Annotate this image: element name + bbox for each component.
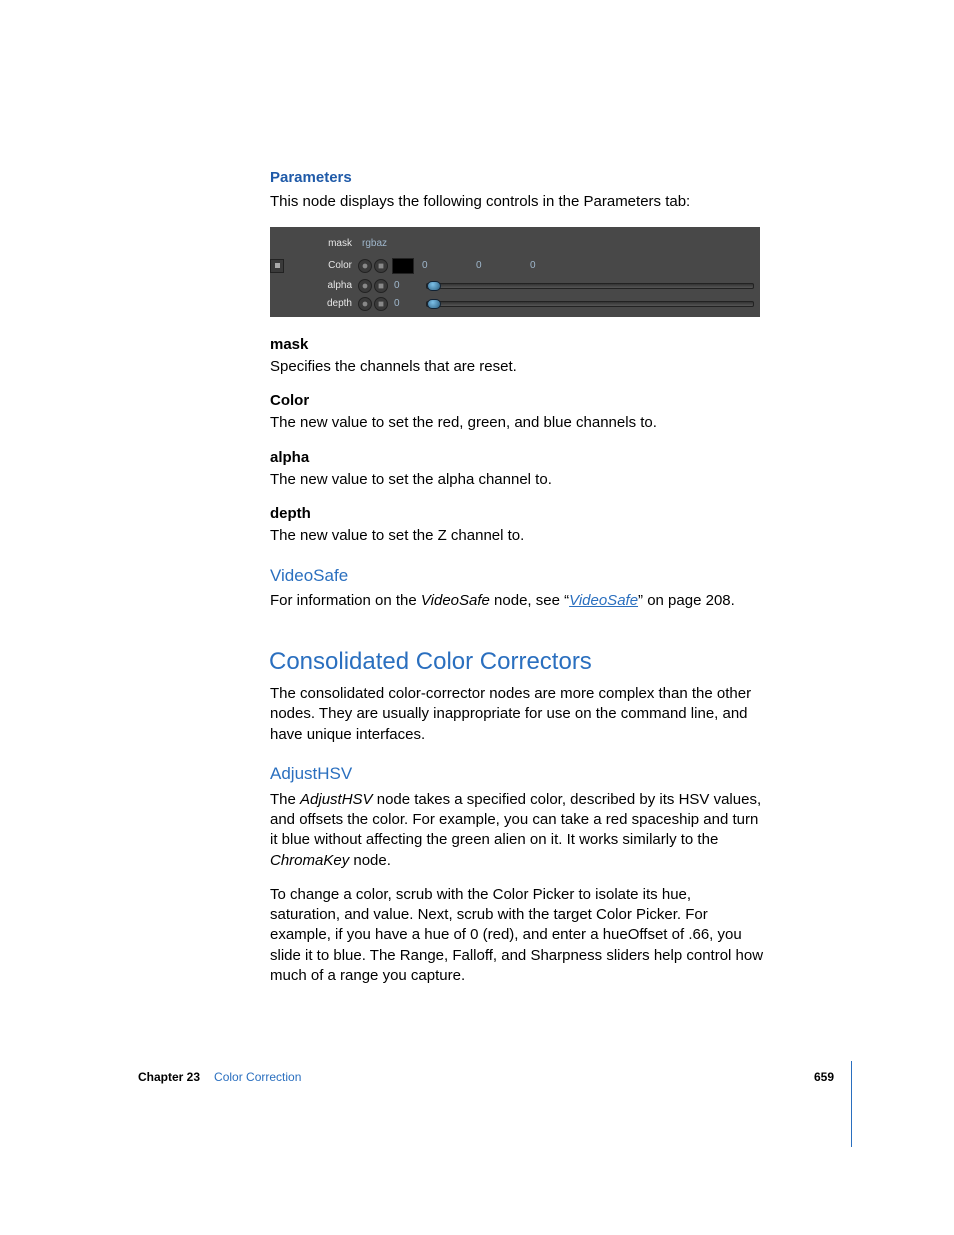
expression-icon bbox=[374, 297, 388, 311]
color-r-field: 0 bbox=[418, 259, 472, 273]
panel-expand-icon bbox=[270, 259, 284, 273]
footer-title: Color Correction bbox=[214, 1069, 301, 1085]
param-color-desc: The new value to set the red, green, and… bbox=[270, 413, 764, 433]
consolidated-body: The consolidated color-corrector nodes a… bbox=[270, 684, 764, 745]
depth-slider bbox=[426, 301, 754, 307]
param-color-name: Color bbox=[270, 391, 764, 411]
param-depth-desc: The new value to set the Z channel to. bbox=[270, 526, 764, 546]
param-alpha-name: alpha bbox=[270, 448, 764, 468]
videosafe-node-name: VideoSafe bbox=[421, 592, 490, 609]
page-footer: Chapter 23 Color Correction 659 bbox=[138, 1069, 834, 1085]
chromakey-node-name: ChromaKey bbox=[270, 852, 349, 869]
expression-icon bbox=[374, 279, 388, 293]
color-swatch bbox=[392, 258, 414, 274]
expression-icon bbox=[374, 259, 388, 273]
keyframe-icon bbox=[358, 297, 372, 311]
param-mask-name: mask bbox=[270, 335, 764, 355]
heading-parameters: Parameters bbox=[270, 168, 764, 188]
param-alpha-desc: The new value to set the alpha channel t… bbox=[270, 470, 764, 490]
param-mask-desc: Specifies the channels that are reset. bbox=[270, 357, 764, 377]
adjusthsv-p2: To change a color, scrub with the Color … bbox=[270, 885, 764, 986]
alpha-field: 0 bbox=[390, 279, 422, 293]
depth-field: 0 bbox=[390, 297, 422, 311]
text: The bbox=[270, 791, 300, 808]
color-g-field: 0 bbox=[472, 259, 526, 273]
footer-rule bbox=[851, 1061, 852, 1147]
adjusthsv-p1: The AdjustHSV node takes a specified col… bbox=[270, 790, 764, 871]
text: For information on the bbox=[270, 592, 421, 609]
alpha-label: alpha bbox=[292, 279, 358, 293]
footer-chapter: Chapter 23 bbox=[138, 1069, 200, 1085]
keyframe-icon bbox=[358, 279, 372, 293]
text: node, see “ bbox=[490, 592, 569, 609]
depth-label: depth bbox=[292, 297, 358, 311]
adjusthsv-node-name: AdjustHSV bbox=[300, 791, 373, 808]
footer-page-number: 659 bbox=[814, 1069, 834, 1085]
videosafe-link[interactable]: VideoSafe bbox=[569, 592, 638, 609]
heading-videosafe: VideoSafe bbox=[270, 565, 764, 588]
color-b-field: 0 bbox=[526, 259, 580, 273]
mask-label: mask bbox=[292, 237, 358, 251]
videosafe-body: For information on the VideoSafe node, s… bbox=[270, 591, 764, 611]
color-label: Color bbox=[292, 259, 358, 273]
text: ” on page 208. bbox=[638, 592, 735, 609]
alpha-slider bbox=[426, 283, 754, 289]
text: node. bbox=[349, 852, 391, 869]
heading-adjusthsv: AdjustHSV bbox=[270, 763, 764, 786]
parameters-intro: This node displays the following control… bbox=[270, 192, 764, 212]
keyframe-icon bbox=[358, 259, 372, 273]
parameters-panel-screenshot: mask rgbaz Color 0 0 0 alpha 0 depth 0 bbox=[270, 227, 760, 317]
mask-field: rgbaz bbox=[358, 237, 754, 251]
param-depth-name: depth bbox=[270, 504, 764, 524]
heading-consolidated: Consolidated Color Correctors bbox=[269, 646, 764, 678]
